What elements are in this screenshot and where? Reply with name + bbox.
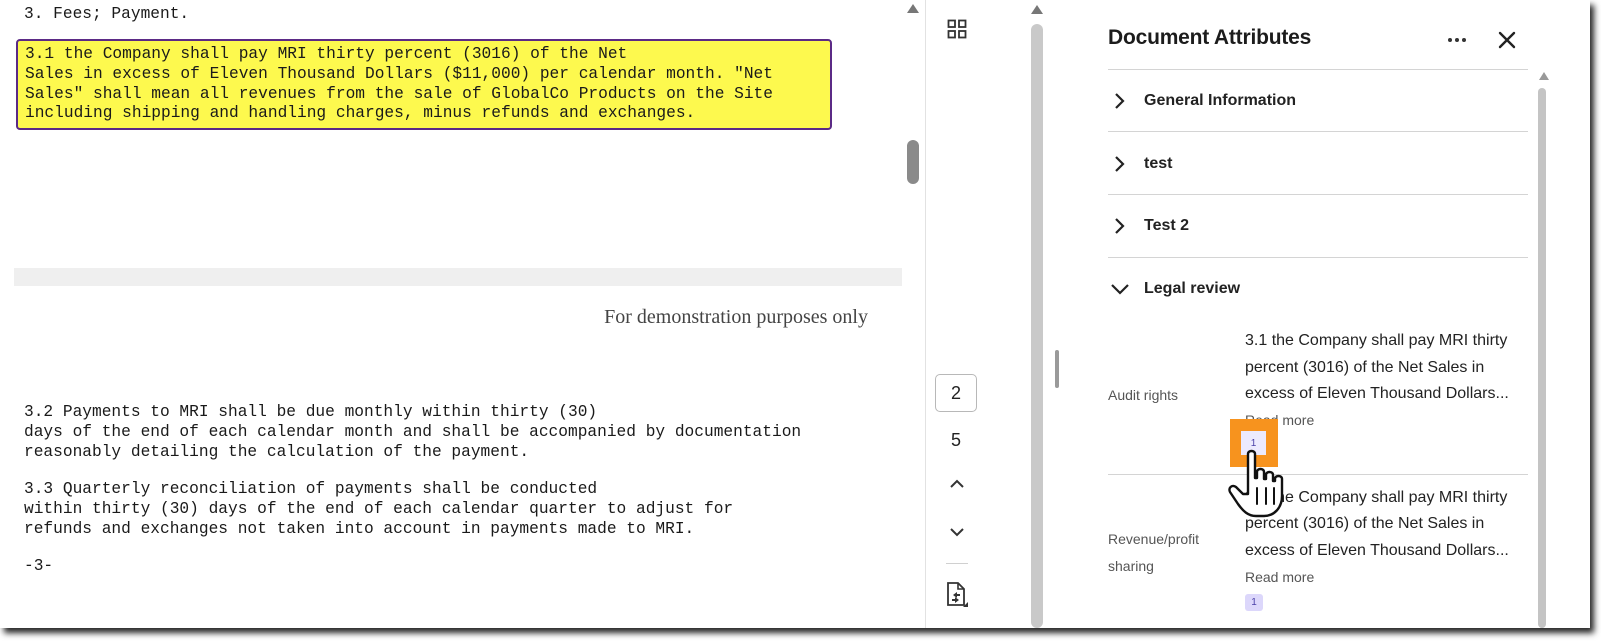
page-number-footer: -3- — [24, 557, 54, 575]
section-label: General Information — [1144, 92, 1297, 109]
section-label: Test 2 — [1144, 217, 1190, 234]
total-pages: 5 — [950, 430, 961, 450]
clause-line: refunds and exchanges not taken into acc… — [24, 519, 695, 538]
chevron-right-icon — [1115, 93, 1125, 109]
document-scrollbar[interactable] — [905, 0, 921, 628]
section-heading: 3. Fees; Payment. — [24, 5, 190, 23]
section-general-information[interactable]: General Information — [1108, 81, 1518, 121]
attribute-label-sharing: sharing — [1108, 558, 1154, 574]
thumbnails-grid-icon[interactable] — [946, 18, 968, 40]
resize-grip-handle[interactable] — [1055, 350, 1059, 388]
highlight-line: 3.1 the Company shall pay MRI thirty per… — [25, 45, 628, 63]
attribute-value-line: excess of Eleven Thousand Dollars... — [1245, 542, 1509, 559]
panel-splitter[interactable] — [1025, 0, 1068, 628]
clause-line: within thirty (30) days of the end of ea… — [24, 500, 734, 518]
chevron-right-icon — [1115, 218, 1125, 234]
panel-scrollbar[interactable] — [1538, 72, 1550, 628]
chevron-down-icon[interactable] — [945, 520, 969, 544]
document-attributes-panel: Document Attributes General Information … — [1068, 0, 1590, 628]
highlight-line: Sales in excess of Eleven Thousand Dolla… — [25, 64, 773, 83]
clause-line: reasonably detailing the calculation of … — [24, 442, 530, 461]
divider — [1108, 474, 1528, 475]
divider — [1108, 194, 1528, 195]
panel-title: Document Attributes — [1108, 26, 1312, 49]
chevron-down-icon — [1111, 284, 1129, 295]
occurrence-count-badge[interactable]: 1 — [1245, 594, 1263, 611]
app-window: 3. Fees; Payment. 3.1 the Company shall … — [0, 0, 1590, 628]
section-label: test — [1144, 155, 1173, 172]
clause-line: 3.2 Payments to MRI shall be due monthly… — [24, 403, 598, 421]
attribute-value-line: 3.1 the Company shall pay MRI thirty — [1245, 332, 1508, 349]
watermark-text: For demonstration purposes only — [604, 306, 868, 328]
section-test[interactable]: test — [1108, 144, 1518, 184]
section-legal-review[interactable]: Legal review — [1108, 269, 1518, 309]
highlight-line: Sales" shall mean all revenues from the … — [25, 84, 773, 103]
page-navigation-rail: 2 5 — [925, 0, 1026, 628]
close-icon[interactable] — [1495, 28, 1519, 52]
hand-pointer-cursor-icon — [1228, 449, 1284, 518]
chevron-up-icon[interactable] — [945, 472, 969, 496]
current-page-input[interactable]: 2 — [935, 374, 977, 412]
document-view[interactable]: 3. Fees; Payment. 3.1 the Company shall … — [0, 0, 925, 628]
page-tool-icon[interactable] — [943, 581, 971, 609]
scrollbar-thumb[interactable] — [907, 140, 919, 184]
attribute-label-audit-rights: Audit rights — [1108, 387, 1179, 403]
divider — [1108, 131, 1528, 132]
page-break — [14, 268, 902, 286]
clause-line: 3.3 Quarterly reconciliation of payments… — [24, 480, 598, 498]
scroll-up-arrow-icon[interactable] — [1031, 5, 1043, 14]
attribute-label-revenue-profit: Revenue/profit — [1108, 531, 1200, 547]
scroll-up-arrow-icon[interactable] — [907, 4, 919, 13]
divider — [1108, 257, 1528, 258]
chevron-right-icon — [1115, 156, 1125, 172]
section-test-2[interactable]: Test 2 — [1108, 206, 1518, 246]
attribute-value-line: percent (3016) of the Net Sales in — [1245, 359, 1485, 376]
scrollbar-thumb[interactable] — [1538, 88, 1546, 628]
section-label: Legal review — [1144, 280, 1241, 297]
highlighted-clause[interactable]: 3.1 the Company shall pay MRI thirty per… — [16, 39, 832, 130]
highlight-line: including shipping and handling charges,… — [25, 104, 696, 123]
read-more-link[interactable]: Read more — [1245, 569, 1314, 585]
attribute-value-line: excess of Eleven Thousand Dollars... — [1245, 385, 1509, 402]
scroll-up-arrow-icon[interactable] — [1539, 72, 1549, 80]
more-options-icon[interactable] — [1443, 28, 1471, 52]
rail-divider — [946, 563, 968, 564]
divider — [1108, 69, 1528, 70]
splitter-scroll-track[interactable] — [1031, 24, 1043, 628]
clause-line: days of the end of each calendar month a… — [24, 422, 802, 441]
